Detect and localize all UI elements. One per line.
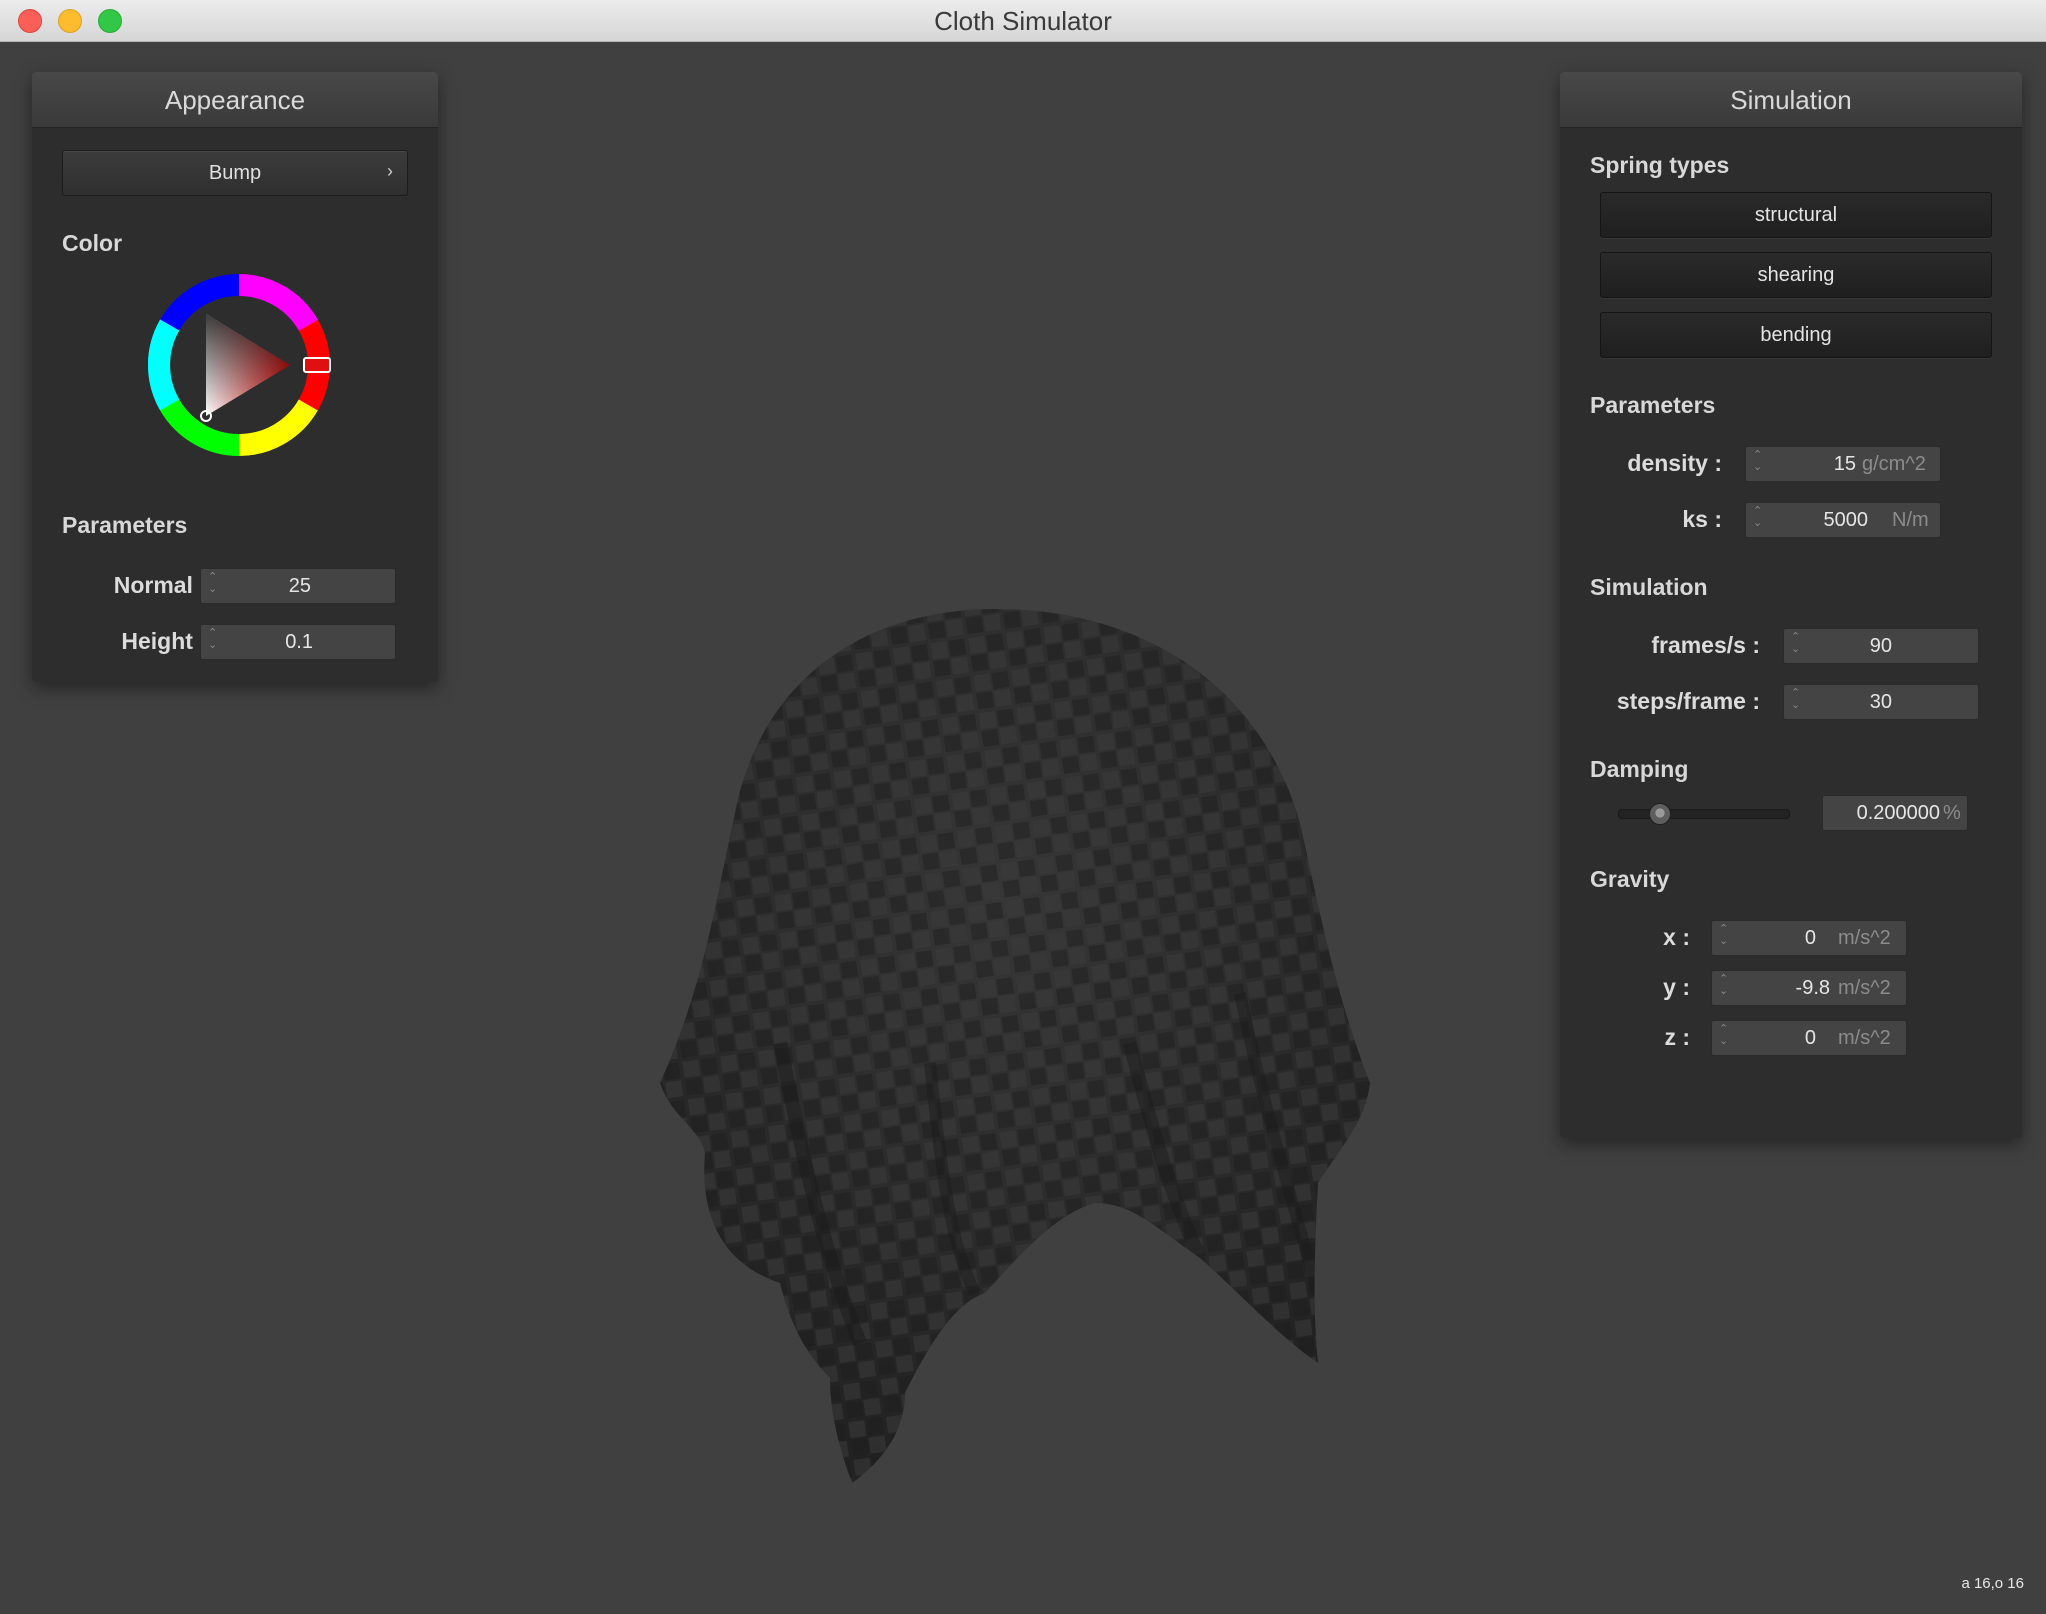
normal-input[interactable]: ⌃ ⌄ 25 [200,568,396,604]
damping-unit: % [1943,802,1961,824]
appearance-panel: Appearance Bump › Color Parameters Norma… [32,72,438,682]
gravity-x-label: x : [1663,924,1690,950]
gravity-x-unit: m/s^2 [1838,927,1891,949]
gravity-y-unit: m/s^2 [1838,977,1891,999]
damping-label: Damping [1590,756,1689,782]
gravity-z-unit: m/s^2 [1838,1027,1891,1049]
density-value: 15 [1833,453,1856,475]
window-title: Cloth Simulator [934,6,1112,36]
density-label: density : [1627,450,1722,476]
gravity-z-label: z : [1664,1024,1690,1050]
color-section-label: Color [62,230,123,256]
ks-value: 5000 [1823,509,1869,531]
chevron-right-icon: › [387,161,393,181]
damping-input[interactable]: 0.200000 % [1822,795,1968,831]
gravity-y-input[interactable]: ⌃ ⌄ -9.8 m/s^2 [1711,970,1907,1006]
simulation-section-label: Simulation [1590,574,1708,600]
app-window: Cloth Simulator Appearance Bump › Color … [0,0,2046,1614]
appearance-panel-title[interactable]: Appearance [32,72,438,128]
appearance-parameters-label: Parameters [62,512,188,538]
structural-spring-toggle[interactable]: structural [1600,192,1992,238]
render-viewport[interactable]: Appearance Bump › Color Parameters Norma… [0,43,2046,1614]
gravity-label: Gravity [1590,866,1670,892]
ks-label: ks : [1682,506,1722,532]
gravity-y-label: y : [1663,974,1690,1000]
height-label: Height : [121,628,207,654]
gravity-y-value: -9.8 [1795,977,1830,999]
ks-unit: N/m [1892,509,1929,531]
gravity-z-input[interactable]: ⌃ ⌄ 0 m/s^2 [1711,1020,1907,1056]
damping-slider[interactable] [1618,803,1790,825]
steps-per-frame-input[interactable]: ⌃ ⌄ 30 [1783,684,1979,720]
frames-per-second-input[interactable]: ⌃ ⌄ 90 [1783,628,1979,664]
status-corner-text: a 16,o 16 [1961,1575,2024,1592]
shader-select-label: Bump [208,162,262,184]
bending-spring-toggle[interactable]: bending [1600,312,1992,358]
gravity-z-value: 0 [1804,1027,1816,1049]
sim-parameters-label: Parameters [1590,392,1716,418]
spring-types-label: Spring types [1590,152,1730,178]
density-input[interactable]: ⌃ ⌄ 15 g/cm^2 [1745,446,1941,482]
normal-label: Normal : [113,572,207,598]
steps-per-frame-value: 30 [1869,691,1892,713]
simulation-panel: Simulation Spring types structural shear… [1560,72,2022,1138]
density-unit: g/cm^2 [1862,453,1926,475]
color-wheel[interactable] [144,270,334,460]
simulation-panel-title[interactable]: Simulation [1560,72,2022,128]
damping-slider-knob[interactable] [1649,803,1671,825]
height-value: 0.1 [285,631,313,653]
shader-select-button[interactable]: Bump › [62,150,408,196]
title-bar[interactable]: Cloth Simulator [0,0,2046,42]
frames-per-second-value: 90 [1869,635,1892,657]
height-input[interactable]: ⌃ ⌄ 0.1 [200,624,396,660]
hue-selector-handle [303,357,331,373]
normal-value: 25 [288,575,311,597]
gravity-x-value: 0 [1804,927,1816,949]
ks-input[interactable]: ⌃ ⌄ 5000 N/m [1745,502,1941,538]
damping-value: 0.200000 [1856,802,1940,824]
shearing-spring-toggle[interactable]: shearing [1600,252,1992,298]
frames-per-second-label: frames/s : [1651,632,1760,658]
gravity-x-input[interactable]: ⌃ ⌄ 0 m/s^2 [1711,920,1907,956]
steps-per-frame-label: steps/frame : [1616,688,1760,714]
